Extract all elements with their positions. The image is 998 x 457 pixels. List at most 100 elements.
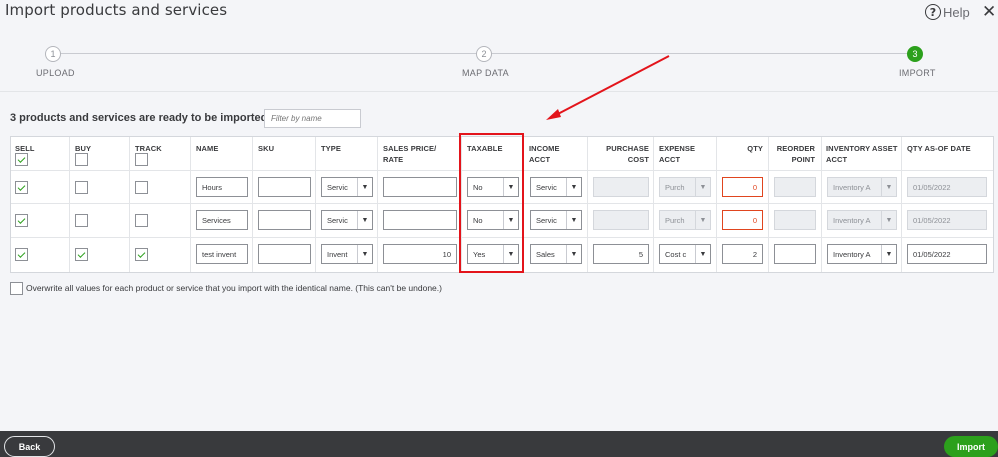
row-2-sales-price-input[interactable] [383,210,457,230]
col-divider [315,137,316,272]
row-1-name-input[interactable]: Hours [196,177,248,197]
col-header-expense-acct: EXPENSE ACCT [659,144,696,164]
row-2-income-acct-select[interactable]: Servic ▼ [530,210,582,230]
step-1-label: UPLOAD [36,68,75,78]
row-2-sku-input[interactable] [258,210,311,230]
header-divider [0,91,998,92]
row-2-sell-checkbox[interactable] [15,214,28,227]
row-3-qty-as-of-date-input[interactable]: 01/05/2022 [907,244,987,264]
row-3-inventory-asset-acct-value: Inventory A [833,249,871,259]
row-1-qty-input[interactable]: 0 [722,177,763,197]
ready-count-text: 3 products and services are ready to be … [10,112,268,124]
col-divider [190,137,191,272]
row-3-expense-acct-value: Cost c [665,249,687,259]
red-arrow-annotation [546,55,670,120]
col-divider [821,137,822,272]
row-1-reorder-point-input [774,177,816,197]
import-dialog: Import products and services ? Help ✕ 1 … [0,0,998,457]
page-title: Import products and services [5,1,228,19]
row-1-buy-checkbox[interactable] [75,181,88,194]
row-3-income-acct-select[interactable]: Sales ▼ [530,244,582,264]
row-3-inventory-asset-acct-select[interactable]: Inventory A ▼ [827,244,897,264]
row-1-purchase-cost-input [593,177,649,197]
step-2-circle: 2 [476,46,492,62]
row-3-expense-acct-select[interactable]: Cost c ▼ [659,244,711,264]
col-header-inventory-asset-acct: INVENTORY ASSET ACCT [826,144,898,164]
row-3-track-checkbox[interactable] [135,248,148,261]
row-1-inventory-asset-acct-select: Inventory A ▼ [827,177,897,197]
row-1-type-select[interactable]: Servic ▼ [321,177,373,197]
chevron-down-icon: ▼ [357,211,372,229]
chevron-down-icon: ▼ [357,245,372,263]
import-button[interactable]: Import [944,436,998,457]
row-1-sku-input[interactable] [258,177,311,197]
col-header-name: NAME [196,144,219,153]
row-3-type-select[interactable]: Invent ▼ [321,244,373,264]
row-3-type-value: Invent [327,249,348,259]
row-2-inventory-asset-acct-select: Inventory A ▼ [827,210,897,230]
row-2-purchase-cost-input [593,210,649,230]
row-1-income-acct-select[interactable]: Servic ▼ [530,177,582,197]
row-2-buy-checkbox[interactable] [75,214,88,227]
back-button[interactable]: Back [4,436,55,457]
row-1-sell-checkbox[interactable] [15,181,28,194]
chevron-down-icon: ▼ [566,211,581,229]
col-divider [69,137,70,272]
col-divider [252,137,253,272]
row-2-expense-acct-select: Purch ▼ [659,210,711,230]
chevron-down-icon: ▼ [881,245,896,263]
row-2-name-input[interactable]: Services [196,210,248,230]
chevron-down-icon: ▼ [881,211,896,229]
chevron-down-icon: ▼ [695,178,710,196]
row-1-inventory-asset-acct-value: Inventory A [833,182,871,192]
col-header-income-acct: INCOME ACCT [529,144,560,164]
col-header-qty: QTY [747,144,763,153]
row-3-purchase-cost-input[interactable]: 5 [593,244,649,264]
help-icon: ? [925,4,941,20]
col-header-purchase-cost: PURCHASE COST [606,144,649,164]
row-2-type-value: Servic [327,215,348,225]
row-3-sku-input[interactable] [258,244,311,264]
row-3-sales-price-input[interactable]: 10 [383,244,457,264]
filter-by-name-input[interactable] [264,109,361,128]
row-1-expense-acct-select: Purch ▼ [659,177,711,197]
row-2-expense-acct-value: Purch [665,215,685,225]
row-3-sell-checkbox[interactable] [15,248,28,261]
row-1-sales-price-input[interactable] [383,177,457,197]
row-1-qty-as-of-date-input: 01/05/2022 [907,177,987,197]
overwrite-label: Overwrite all values for each product or… [26,283,442,293]
sell-all-checkbox[interactable] [15,153,28,166]
col-divider [129,137,130,272]
col-header-qty-as-of-date: QTY AS-OF DATE [907,144,971,153]
row-1-type-value: Servic [327,182,348,192]
col-header-type: TYPE [321,144,341,153]
row-3-qty-input[interactable]: 2 [722,244,763,264]
row-2-type-select[interactable]: Servic ▼ [321,210,373,230]
row-2-income-acct-value: Servic [536,215,557,225]
col-divider [901,137,902,272]
buy-all-checkbox[interactable] [75,153,88,166]
overwrite-checkbox[interactable] [10,282,23,295]
row-2-inventory-asset-acct-value: Inventory A [833,215,871,225]
row-3-name-input[interactable]: test invent [196,244,248,264]
step-3-circle: 3 [907,46,923,62]
row-2-track-checkbox[interactable] [135,214,148,227]
chevron-down-icon: ▼ [695,245,710,263]
help-label: Help [943,4,970,20]
close-icon[interactable]: ✕ [982,2,996,22]
chevron-down-icon: ▼ [566,178,581,196]
row-1-track-checkbox[interactable] [135,181,148,194]
chevron-down-icon: ▼ [881,178,896,196]
col-divider [653,137,654,272]
col-divider [768,137,769,272]
col-divider [716,137,717,272]
row-3-buy-checkbox[interactable] [75,248,88,261]
row-3-reorder-point-input[interactable] [774,244,816,264]
taxable-column-highlight [459,133,524,273]
col-divider [587,137,588,272]
row-1-expense-acct-value: Purch [665,182,685,192]
track-all-checkbox[interactable] [135,153,148,166]
chevron-down-icon: ▼ [695,211,710,229]
row-2-qty-input[interactable]: 0 [722,210,763,230]
help-button[interactable]: ? Help [925,4,970,20]
